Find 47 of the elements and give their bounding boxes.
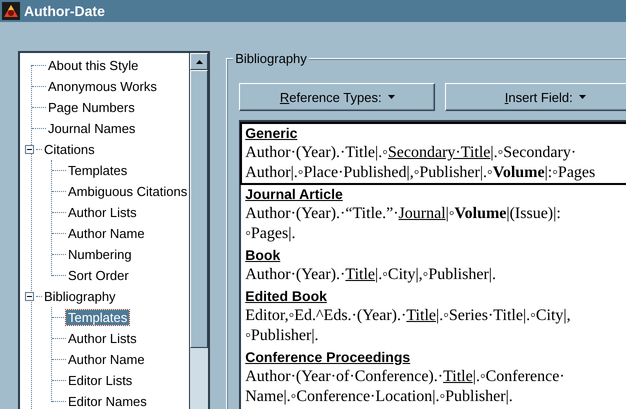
tree-item[interactable]: Page Numbers [46, 100, 137, 115]
template-name: Book [245, 247, 280, 264]
tree-item[interactable]: Citations [42, 142, 97, 157]
scrollbar[interactable] [189, 53, 208, 409]
tree-item[interactable]: Anonymous Works [46, 79, 159, 94]
template-line: Editor,◦Ed.^Eds.·(Year).·Title|.◦Series·Title|.◦City|, [245, 307, 571, 325]
tree-item[interactable]: Bibliography [42, 289, 118, 304]
template-line: ◦Publisher|. [245, 327, 319, 345]
tree-item[interactable]: About this Style [46, 58, 140, 73]
template-line: Author|.◦Place·Published|,◦Publisher|.◦Volume|:◦Pages [245, 164, 596, 182]
template-line: Author·(Year).·Title|.◦City|,◦Publisher|. [245, 266, 496, 284]
tree-item[interactable]: Editor Lists [66, 373, 134, 388]
app-icon [2, 2, 20, 20]
tree-item[interactable]: Numbering [66, 247, 134, 262]
template-name: Generic [245, 125, 298, 142]
template-entry[interactable]: Edited Book Editor,◦Ed.^Eds.·(Year).·Title|.◦Series·Title|.◦City|, ◦Publisher|. [241, 286, 626, 347]
template-name: Conference Proceedings [245, 349, 410, 366]
template-line: Name|.◦Conference·Location|.◦Publisher|. [245, 388, 513, 406]
template-line: ◦Pages|. [245, 225, 296, 243]
template-line: Author·(Year).·Title|.◦Secondary·Title|.◦Secondary· [245, 144, 576, 162]
caret-icon [578, 95, 586, 99]
tree-item[interactable]: Journal Names [46, 121, 138, 136]
template-line: Author·(Year·of·Conference).·Title|.◦Conference· [245, 368, 565, 386]
dropdown-button[interactable]: Reference Types: [239, 83, 436, 111]
template-entry[interactable]: Journal Article Author·(Year).·“Title.”·Journal|◦Volume|(Issue)|: ◦Pages|. [241, 184, 626, 245]
collapse-icon[interactable] [25, 145, 34, 154]
group-title: Bibliography [233, 51, 309, 66]
template-name: Journal Article [245, 186, 343, 203]
template-entry[interactable]: Conference Proceedings Author·(Year·of·Conference).·Title|.◦Conference· Name|.◦Conference·Location|.◦Publisher|. [241, 347, 626, 408]
template-line: Author·(Year).·“Title.”·Journal|◦Volume|(Issue)|: [245, 205, 561, 223]
template-entry[interactable]: Book Author·(Year).·Title|.◦City|,◦Publisher|. [241, 245, 626, 286]
tree-item[interactable]: Ambiguous Citations [66, 184, 190, 199]
scroll-up-icon[interactable] [196, 60, 203, 64]
tree-item[interactable]: Sort Order [66, 268, 131, 283]
tree-item[interactable]: Templates [66, 163, 130, 178]
window-title: Author-Date [24, 3, 105, 19]
caret-icon [388, 95, 395, 99]
tree-item[interactable]: Author Name [66, 352, 147, 367]
template-name: Edited Book [245, 288, 327, 305]
tree-item[interactable]: Editor Names [66, 394, 149, 409]
tree-item[interactable]: Templates [66, 310, 130, 325]
tree-item[interactable]: Author Lists [66, 331, 139, 346]
dropdown-button[interactable]: Insert Field: [445, 83, 626, 111]
template-entry[interactable]: Generic Author·(Year).·Title|.◦Secondary·Title|.◦Secondary· Author|.◦Place·Published|,◦Publisher|.◦Volume|:◦Pages [241, 123, 626, 184]
tree-item[interactable]: Author Lists [66, 205, 139, 220]
tree-item[interactable]: Author Name [66, 226, 147, 241]
collapse-icon[interactable] [25, 292, 34, 301]
